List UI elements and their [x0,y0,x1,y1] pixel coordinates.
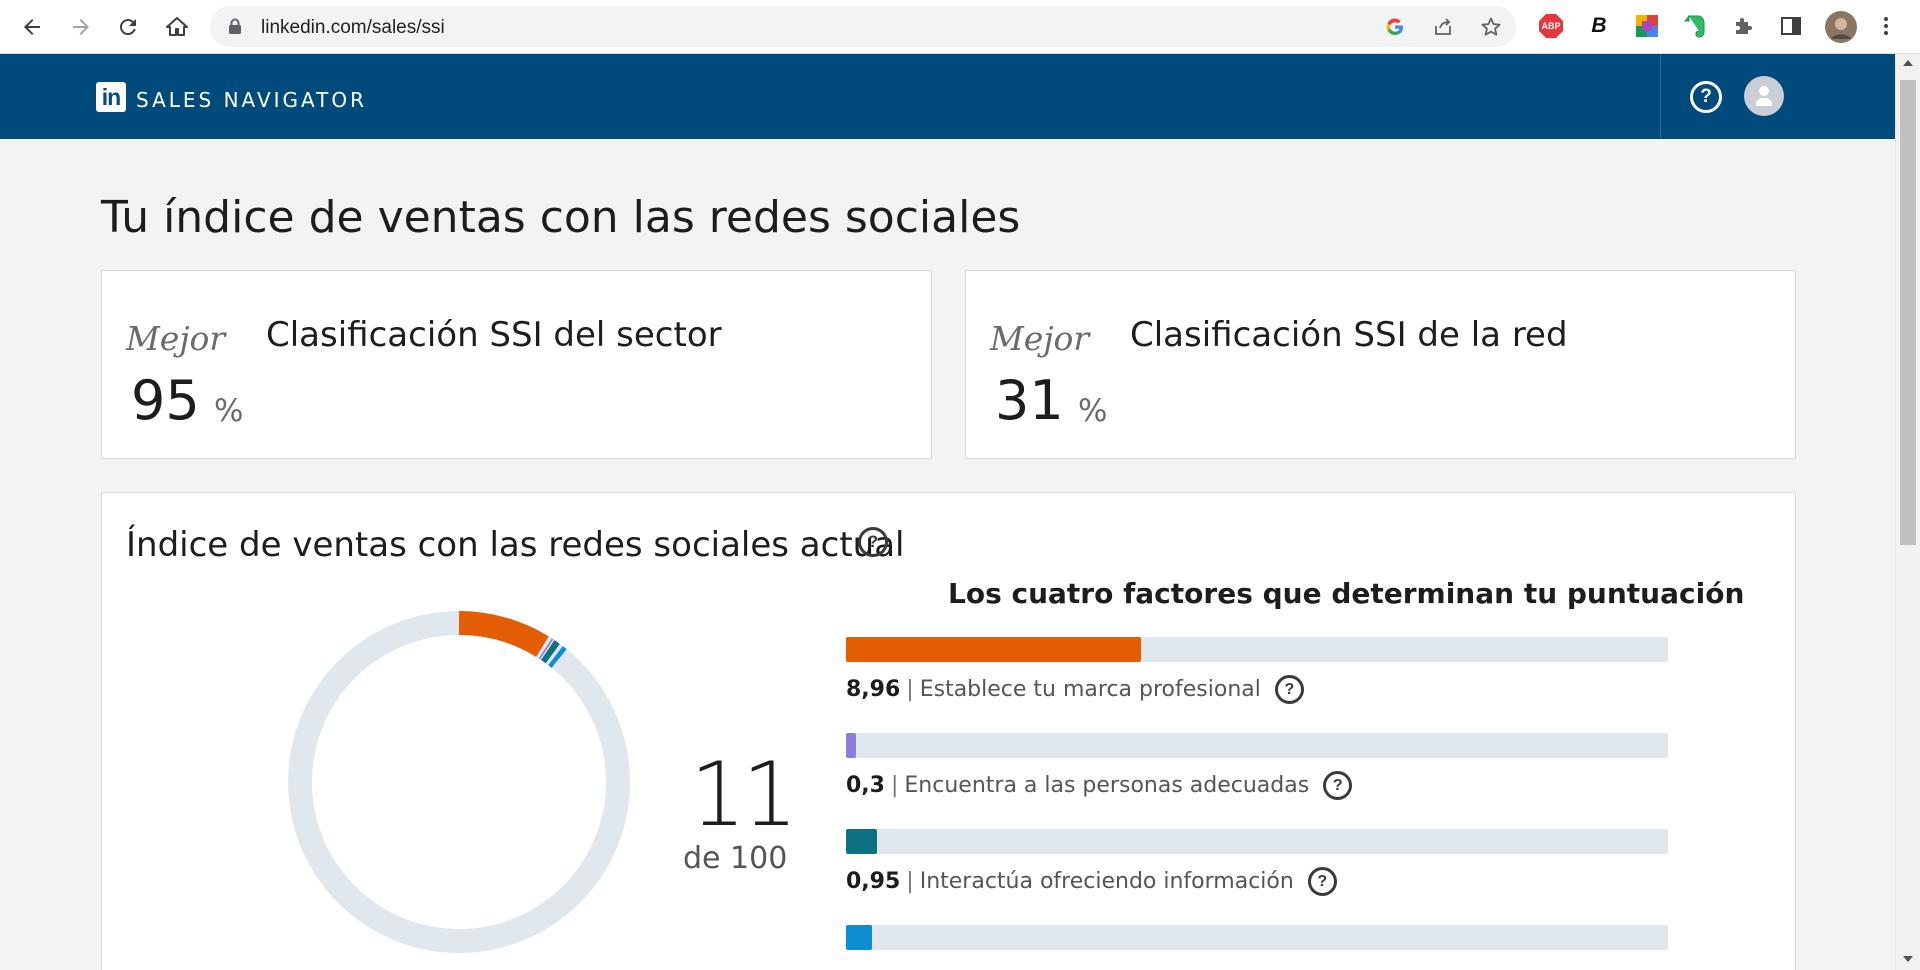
factor-bar-track [846,925,1668,950]
sales-navigator-header: in SALES NAVIGATOR ? [0,54,1895,139]
bold-extension-icon[interactable]: B [1586,13,1612,39]
brand-name[interactable]: SALES NAVIGATOR [136,88,367,112]
factor-label: Interactúa ofreciendo información [919,869,1294,894]
factor-row: 0,95 | Interactúa ofreciendo información? [846,867,1337,896]
factor-help-icon[interactable]: ? [1307,867,1337,896]
factor-value: 0,3 [846,773,885,798]
extensions-puzzle-icon[interactable] [1730,13,1756,39]
home-icon[interactable] [163,13,191,41]
factors-title: Los cuatro factores que determinan tu pu… [948,577,1745,610]
factor-separator: | [890,773,899,798]
evernote-icon[interactable] [1682,13,1708,39]
factor-bar-fill [846,925,873,950]
adblock-plus-icon[interactable]: ABP [1538,13,1564,39]
rank-unit: % [1078,393,1108,429]
rank-value: 31 [995,369,1064,432]
factor-row: 0,3 | Encuentra a las personas adecuadas? [846,771,1353,800]
donut-segment [548,646,567,668]
color-grid-extension-icon[interactable] [1634,13,1660,39]
url-text: linkedin.com/sales/ssi [261,17,445,38]
browser-toolbar: linkedin.com/sales/ssi ABP B [0,0,1920,54]
adblock-label: ABP [1541,21,1561,31]
scroll-thumb[interactable] [1900,80,1916,545]
current-ssi-card: Índice de ventas con las redes sociales … [101,492,1796,970]
factor-help-icon[interactable]: ? [1323,771,1353,800]
factor-value: 8,96 [846,677,901,702]
back-icon[interactable] [18,13,46,41]
factor-separator: | [906,677,914,702]
page-scrollbar[interactable] [1895,54,1920,970]
rank-label: Mejor [990,319,1090,358]
factor-bar-fill [846,733,856,758]
page-title: Tu índice de ventas con las redes social… [101,192,1021,243]
google-icon[interactable] [1384,16,1406,38]
bookmark-star-icon[interactable] [1480,16,1502,38]
linkedin-logo[interactable]: in [96,82,126,112]
factor-bar-track [846,733,1668,758]
ssi-score: 11 [690,743,798,846]
reload-icon[interactable] [114,13,142,41]
donut-track [288,611,630,953]
ssi-score-max: de 100 [683,841,788,876]
factor-bar-fill [846,637,1141,662]
header-divider [1660,54,1661,139]
donut-segment [458,611,549,658]
factor-row: 8,96 | Establece tu marca profesional? [846,675,1304,704]
factor-value: 0,95 [846,869,901,894]
factor-bar-fill [846,829,878,854]
rank-value: 95 [131,369,200,432]
rank-title: Clasificación SSI de la red [1130,315,1568,355]
factor-label: Establece tu marca profesional [919,677,1261,702]
donut-segment [541,640,560,664]
factor-bar-track [846,637,1668,662]
side-panel-icon[interactable] [1778,13,1804,39]
help-icon[interactable]: ? [1690,81,1722,113]
profile-avatar-icon[interactable] [1825,11,1857,43]
lock-icon [228,18,242,39]
forward-icon[interactable] [67,13,95,41]
factor-bar-track [846,829,1668,854]
scroll-up-arrow-icon[interactable] [1903,60,1913,66]
chrome-menu-icon[interactable] [1873,13,1899,39]
user-avatar[interactable] [1744,76,1784,116]
scroll-down-arrow-icon[interactable] [1903,956,1913,962]
factor-help-icon[interactable]: ? [1274,675,1304,704]
ssi-title: Índice de ventas con las redes sociales … [126,525,905,565]
bold-extension-label: B [1591,14,1607,37]
rank-unit: % [214,393,244,429]
factor-separator: | [906,869,914,894]
factor-label: Encuentra a las personas adecuadas [904,773,1310,798]
ssi-donut-chart [288,611,630,953]
share-icon[interactable] [1432,16,1454,38]
rank-label: Mejor [126,319,226,358]
donut-segment [538,638,554,660]
sector-rank-card: Mejor 95 % Clasificación SSI del sector [101,270,932,459]
address-bar[interactable]: linkedin.com/sales/ssi [210,6,1516,47]
rank-title: Clasificación SSI del sector [266,315,722,355]
ssi-help-icon[interactable]: ? [858,527,888,557]
network-rank-card: Mejor 31 % Clasificación SSI de la red [965,270,1796,459]
